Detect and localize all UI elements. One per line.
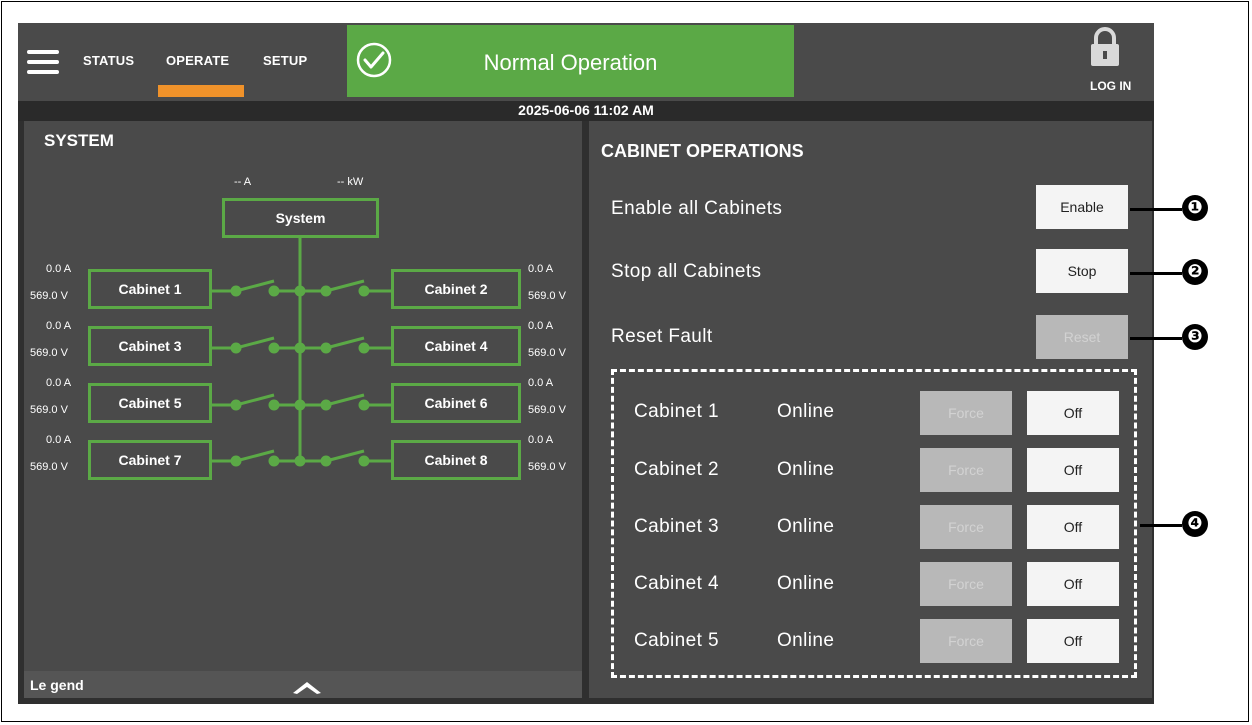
stop-all-label: Stop all Cabinets	[611, 261, 762, 282]
cabinet-4-voltage: 569.0 V	[528, 347, 566, 359]
callout-1-line	[1130, 208, 1182, 211]
callout-4: ❹	[1182, 511, 1208, 537]
enable-button[interactable]: Enable	[1036, 185, 1128, 229]
cabinet-row-2-off-button[interactable]: Off	[1027, 448, 1119, 492]
cabinet-1-box[interactable]: Cabinet 1	[88, 269, 212, 309]
active-tab-indicator	[158, 85, 244, 97]
cabinet-5-box[interactable]: Cabinet 5	[88, 383, 212, 423]
status-banner: Normal Operation	[347, 25, 794, 97]
cabinet-row-5-name: Cabinet 5	[634, 630, 719, 651]
legend-bar: Le gend	[24, 671, 582, 698]
callout-1: ❶	[1182, 195, 1208, 221]
callout-3-line	[1130, 337, 1182, 340]
top-bar: STATUS OPERATE SETUP Normal Operation LO…	[18, 23, 1154, 101]
cabinet-operations-panel: CABINET OPERATIONS Enable all Cabinets E…	[589, 121, 1152, 698]
cabinet-row-1-force-button[interactable]: Force	[920, 391, 1012, 435]
cabinet-row-4-state: Online	[777, 573, 835, 594]
stop-button[interactable]: Stop	[1036, 249, 1128, 293]
system-box[interactable]: System	[222, 198, 379, 238]
cabinet-2-current: 0.0 A	[528, 263, 554, 275]
date-bar: 2025-06-06 11:02 AM	[18, 101, 1154, 121]
callout-4-line	[1140, 524, 1182, 527]
cabinet-3-voltage: 569.0 V	[30, 347, 68, 359]
chevron-up-icon[interactable]	[291, 679, 323, 695]
cabinet-7-box[interactable]: Cabinet 7	[88, 440, 212, 480]
cabinet-row-5-state: Online	[777, 630, 835, 651]
cabinet-row-3-force-button[interactable]: Force	[920, 505, 1012, 549]
cabinet-row-2-name: Cabinet 2	[634, 459, 719, 480]
cabinet-row-1-state: Online	[777, 401, 835, 422]
cabinet-4-current: 0.0 A	[528, 320, 554, 332]
cabinet-3-box[interactable]: Cabinet 3	[88, 326, 212, 366]
login-button[interactable]: LOG IN	[1090, 79, 1131, 93]
operations-title: CABINET OPERATIONS	[601, 141, 804, 161]
tab-status[interactable]: STATUS	[83, 53, 134, 68]
cabinet-row-2-force-button[interactable]: Force	[920, 448, 1012, 492]
callout-2: ❷	[1182, 259, 1208, 285]
callout-3: ❸	[1182, 324, 1208, 350]
cabinet-row-1-name: Cabinet 1	[634, 401, 719, 422]
cabinet-5-voltage: 569.0 V	[30, 404, 68, 416]
cabinet-8-voltage: 569.0 V	[528, 461, 566, 473]
datetime: 2025-06-06 11:02 AM	[518, 102, 654, 118]
cabinet-4-box[interactable]: Cabinet 4	[391, 326, 521, 366]
cabinet-row-3-off-button[interactable]: Off	[1027, 505, 1119, 549]
enable-all-label: Enable all Cabinets	[611, 198, 783, 219]
cabinet-2-box[interactable]: Cabinet 2	[391, 269, 521, 309]
cabinet-row-2-state: Online	[777, 459, 835, 480]
cabinet-1-current: 0.0 A	[46, 263, 72, 275]
status-text: Normal Operation	[483, 50, 658, 75]
callout-2-line	[1130, 272, 1182, 275]
cabinet-6-voltage: 569.0 V	[528, 404, 566, 416]
reset-fault-label: Reset Fault	[611, 326, 713, 347]
cabinet-6-box[interactable]: Cabinet 6	[391, 383, 521, 423]
cabinet-row-4-off-button[interactable]: Off	[1027, 562, 1119, 606]
cabinet-row-1-off-button[interactable]: Off	[1027, 391, 1119, 435]
cabinet-1-voltage: 569.0 V	[30, 290, 68, 302]
cabinet-row-4-force-button[interactable]: Force	[920, 562, 1012, 606]
cabinet-row-4-name: Cabinet 4	[634, 573, 719, 594]
lock-icon[interactable]	[1088, 27, 1122, 67]
system-panel: SYSTEM -- A -- kW System 0.0 A 569.0 V C…	[24, 121, 582, 698]
cabinet-row-5-force-button[interactable]: Force	[920, 619, 1012, 663]
reset-button[interactable]: Reset	[1036, 315, 1128, 359]
cabinet-3-current: 0.0 A	[46, 320, 72, 332]
cabinet-row-3-state: Online	[777, 516, 835, 537]
menu-icon[interactable]	[27, 50, 59, 74]
cabinet-2-voltage: 569.0 V	[528, 290, 566, 302]
cabinet-row-5-off-button[interactable]: Off	[1027, 619, 1119, 663]
legend-label[interactable]: Le gend	[30, 677, 84, 693]
cabinet-row-3-name: Cabinet 3	[634, 516, 719, 537]
tab-operate[interactable]: OPERATE	[166, 53, 229, 68]
cabinet-5-current: 0.0 A	[46, 377, 72, 389]
cabinet-8-current: 0.0 A	[528, 434, 554, 446]
hmi-screen: STATUS OPERATE SETUP Normal Operation LO…	[18, 23, 1154, 704]
tab-setup[interactable]: SETUP	[263, 53, 307, 68]
cabinet-7-voltage: 569.0 V	[30, 461, 68, 473]
cabinet-8-box[interactable]: Cabinet 8	[391, 440, 521, 480]
cabinet-7-current: 0.0 A	[46, 434, 72, 446]
cabinet-6-current: 0.0 A	[528, 377, 554, 389]
